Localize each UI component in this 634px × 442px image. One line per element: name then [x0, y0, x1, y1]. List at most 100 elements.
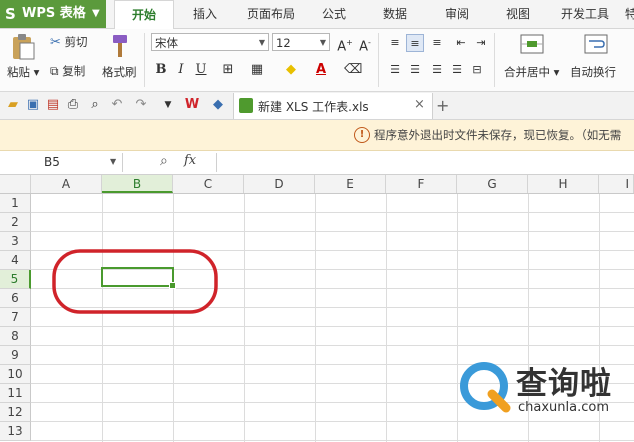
align-center-icon[interactable]: ☰	[406, 61, 424, 79]
italic-button[interactable]: I	[172, 61, 190, 79]
spreadsheet-file-icon	[239, 98, 253, 113]
row-header[interactable]: 11	[0, 384, 31, 403]
function-icon[interactable]: fx	[184, 153, 196, 168]
menu-tab-row: S WPS 表格 ▼ 开始 插入 页面布局 公式 数据 审阅 视图 开发工具 特	[0, 0, 634, 30]
document-tab[interactable]: 新建 XLS 工作表.xls ×	[233, 93, 433, 119]
column-header[interactable]: H	[528, 175, 599, 193]
name-box-value: B5	[44, 155, 60, 169]
column-header-row: A B C D E F G H I	[0, 175, 634, 194]
paste-label: 粘贴	[7, 65, 30, 79]
column-header[interactable]: C	[173, 175, 244, 193]
row-header[interactable]: 2	[0, 213, 31, 232]
watermark-brand: 查询啦	[516, 366, 612, 402]
print-preview-icon[interactable]: ⌕	[87, 97, 103, 113]
align-left-icon[interactable]: ☰	[386, 61, 404, 79]
close-tab-icon[interactable]: ×	[414, 97, 425, 112]
column-header[interactable]: G	[457, 175, 528, 193]
app-menu-button[interactable]: S WPS 表格 ▼	[0, 0, 106, 28]
undo-icon[interactable]: ↶	[109, 97, 125, 113]
column-header[interactable]: A	[31, 175, 102, 193]
notification-text: 程序意外退出时文件未保存，现已恢复。（如无需	[374, 128, 622, 142]
tab-developer[interactable]: 开发工具	[554, 0, 616, 28]
bold-button[interactable]: B	[152, 61, 170, 79]
paste-button[interactable]: 粘贴 ▾	[7, 64, 39, 80]
merge-center-icon[interactable]	[520, 33, 544, 57]
watermark-url: chaxunla.com	[518, 400, 609, 415]
distributed-icon[interactable]: ⊟	[468, 61, 486, 79]
merge-center-button[interactable]: 合并居中 ▾	[504, 64, 559, 80]
tab-review[interactable]: 审阅	[434, 0, 480, 28]
cell-style-icon[interactable]: ▦	[248, 61, 266, 79]
row-header[interactable]: 9	[0, 346, 31, 365]
tab-home[interactable]: 开始	[114, 0, 174, 30]
copy-label: 复制	[62, 64, 86, 78]
wrap-text-button[interactable]: 自动换行	[570, 64, 616, 80]
row-header[interactable]: 13	[0, 422, 31, 441]
row-header[interactable]: 1	[0, 194, 31, 213]
clear-format-icon[interactable]: ⌫	[344, 61, 362, 79]
paste-icon[interactable]	[10, 33, 36, 61]
app-name: WPS 表格	[22, 6, 86, 21]
align-bottom-icon[interactable]: ≡	[428, 34, 446, 52]
row-header-active[interactable]: 5	[0, 270, 31, 289]
column-header-active[interactable]: B	[102, 175, 173, 193]
font-size-select[interactable]: 12 ▼	[272, 33, 330, 51]
cut-button[interactable]: ✂ 剪切	[50, 34, 88, 50]
row-header[interactable]: 12	[0, 403, 31, 422]
tab-data[interactable]: 数据	[372, 0, 418, 28]
tab-formulas[interactable]: 公式	[312, 0, 356, 28]
wrap-text-icon[interactable]	[584, 33, 608, 57]
name-box[interactable]: B5 ▼	[0, 153, 123, 172]
row-header[interactable]: 6	[0, 289, 31, 308]
export-pdf-icon[interactable]: ▤	[45, 97, 61, 113]
format-painter-icon[interactable]	[107, 33, 131, 59]
row-header[interactable]: 3	[0, 232, 31, 251]
increase-font-icon[interactable]: A+	[336, 34, 354, 54]
fill-color-icon[interactable]: ◆	[282, 61, 300, 79]
annotation-highlight-ellipse	[52, 249, 218, 314]
row-header[interactable]: 10	[0, 365, 31, 384]
copy-icon: ⧉	[50, 64, 59, 78]
save-icon[interactable]: ▣	[25, 97, 41, 113]
redo-icon[interactable]: ↷	[133, 97, 149, 113]
tab-special[interactable]: 特	[624, 0, 634, 28]
align-middle-icon[interactable]: ≡	[406, 34, 424, 52]
decrease-font-icon[interactable]: A-	[356, 34, 374, 54]
tab-page-layout[interactable]: 页面布局	[238, 0, 304, 28]
print-icon[interactable]: ⎙	[65, 97, 81, 113]
chevron-down-icon: ▼	[92, 8, 100, 19]
row-header[interactable]: 4	[0, 251, 31, 270]
font-color-icon[interactable]: A	[312, 61, 330, 79]
tab-insert[interactable]: 插入	[180, 0, 230, 28]
align-top-icon[interactable]: ≡	[386, 34, 404, 52]
wps-home-icon[interactable]: W	[184, 97, 200, 113]
new-tab-button[interactable]: +	[436, 96, 449, 115]
chevron-down-icon: ▼	[110, 157, 117, 166]
indent-increase-icon[interactable]: ⇥	[472, 34, 490, 52]
justify-icon[interactable]: ☰	[448, 61, 466, 79]
zoom-search-icon[interactable]: ⌕	[160, 153, 168, 169]
select-all-corner[interactable]	[0, 175, 31, 193]
watermark-q-icon	[460, 362, 511, 413]
formula-input[interactable]	[216, 153, 634, 172]
column-header[interactable]: D	[244, 175, 315, 193]
underline-button[interactable]: U	[192, 61, 210, 79]
tab-view[interactable]: 视图	[496, 0, 540, 28]
copy-button[interactable]: ⧉ 复制	[50, 63, 85, 79]
borders-icon[interactable]: ⊞	[219, 61, 237, 79]
format-painter-button[interactable]: 格式刷	[102, 64, 137, 80]
row-header[interactable]: 7	[0, 308, 31, 327]
ribbon-toolbar: 粘贴 ▾ ✂ 剪切 ⧉ 复制 格式刷 宋体 ▼ 12 ▼ A+ A- B I U ⊞…	[0, 29, 634, 92]
align-right-icon[interactable]: ☰	[428, 61, 446, 79]
cloud-cube-icon[interactable]: ◆	[210, 97, 226, 113]
chevron-down-icon: ▼	[258, 38, 265, 47]
column-header[interactable]: I	[599, 175, 634, 193]
column-header[interactable]: F	[386, 175, 457, 193]
column-header[interactable]: E	[315, 175, 386, 193]
customize-chevron-icon[interactable]: ▼	[160, 97, 176, 113]
font-name-select[interactable]: 宋体 ▼	[151, 33, 269, 51]
row-header[interactable]: 8	[0, 327, 31, 346]
indent-decrease-icon[interactable]: ⇤	[452, 34, 470, 52]
open-folder-icon[interactable]: ▰	[5, 97, 21, 113]
font-name-value: 宋体	[155, 36, 178, 50]
